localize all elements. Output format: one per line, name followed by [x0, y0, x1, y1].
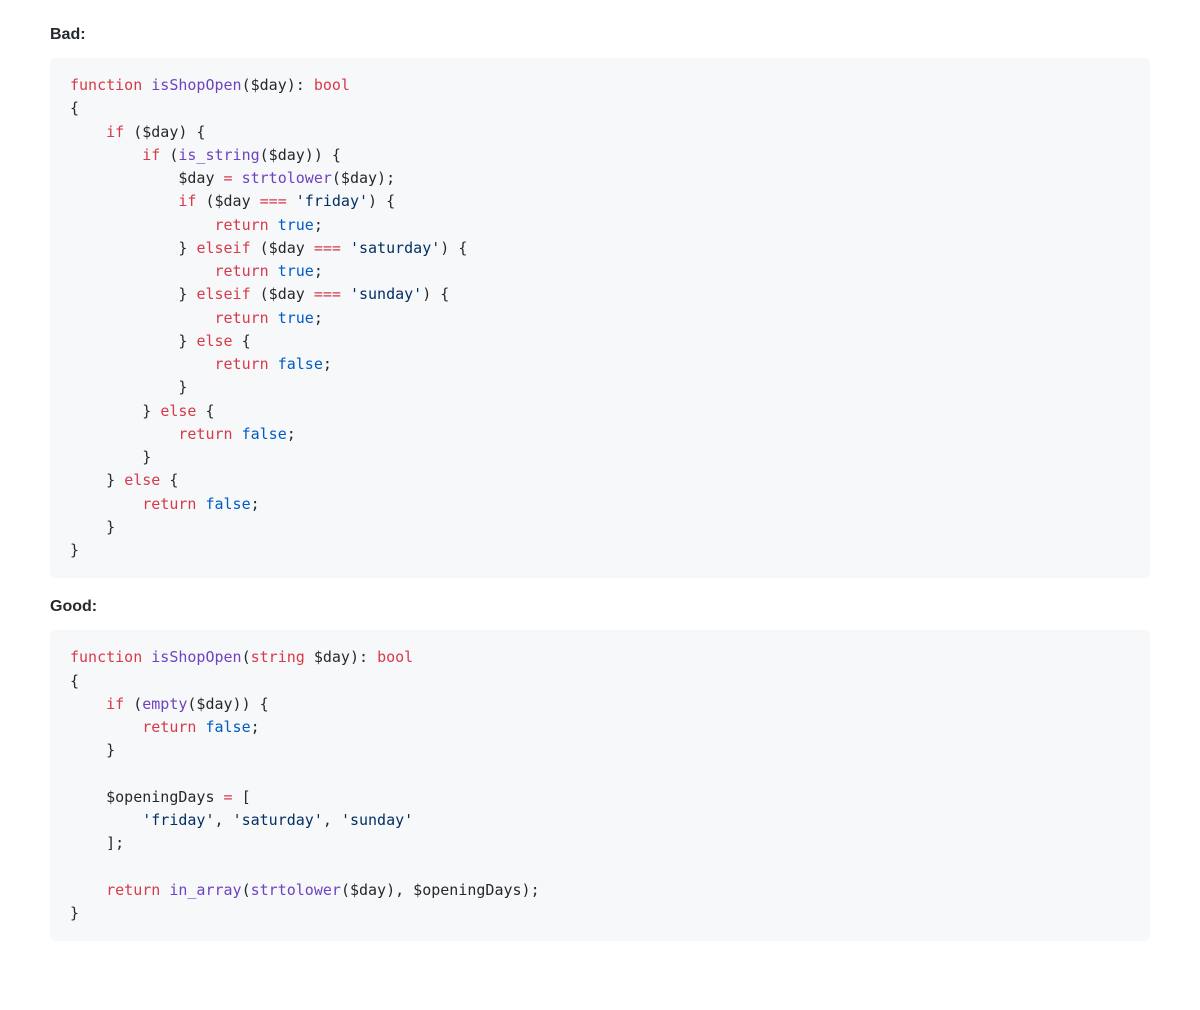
code-token: === [260, 192, 287, 210]
code-token: = [224, 788, 233, 806]
code-token: strtolower [242, 169, 332, 187]
code-token: 'saturday' [350, 239, 440, 257]
code-token: else [124, 471, 160, 489]
code-token: if [142, 146, 160, 164]
code-token: elseif [196, 239, 250, 257]
code-token: false [205, 718, 250, 736]
code-token: false [242, 425, 287, 443]
code-token: strtolower [251, 881, 341, 899]
bad-heading: Bad: [50, 26, 1150, 44]
code-token: false [205, 495, 250, 513]
code-token: true [278, 262, 314, 280]
code-token: empty [142, 695, 187, 713]
code-token: return [215, 309, 269, 327]
code-token: if [178, 192, 196, 210]
code-token: === [314, 285, 341, 303]
code-token: return [215, 355, 269, 373]
code-token: isShopOpen [151, 76, 241, 94]
code-token: function [70, 648, 142, 666]
code-token: isShopOpen [151, 648, 241, 666]
code-token: === [314, 239, 341, 257]
code-token: 'saturday' [233, 811, 323, 829]
code-token: 'friday' [142, 811, 214, 829]
code-token: is_string [178, 146, 259, 164]
code-token: = [224, 169, 233, 187]
bad-code-block: function isShopOpen($day): bool { if ($d… [50, 58, 1150, 578]
code-token: bool [377, 648, 413, 666]
code-token: if [106, 695, 124, 713]
code-token: function [70, 76, 142, 94]
code-token: if [106, 123, 124, 141]
code-token: true [278, 309, 314, 327]
code-token: return [106, 881, 160, 899]
code-token: true [278, 216, 314, 234]
code-token: 'sunday' [341, 811, 413, 829]
good-code-block: function isShopOpen(string $day): bool {… [50, 630, 1150, 941]
code-token: false [278, 355, 323, 373]
code-token: in_array [169, 881, 241, 899]
code-token: return [178, 425, 232, 443]
code-token: return [215, 262, 269, 280]
good-heading: Good: [50, 598, 1150, 616]
code-token: return [142, 718, 196, 736]
code-token: return [215, 216, 269, 234]
code-token: 'sunday' [350, 285, 422, 303]
code-token: string [251, 648, 305, 666]
code-token: else [160, 402, 196, 420]
code-token: 'friday' [296, 192, 368, 210]
code-token: elseif [196, 285, 250, 303]
code-token: else [196, 332, 232, 350]
code-token: return [142, 495, 196, 513]
code-token: bool [314, 76, 350, 94]
